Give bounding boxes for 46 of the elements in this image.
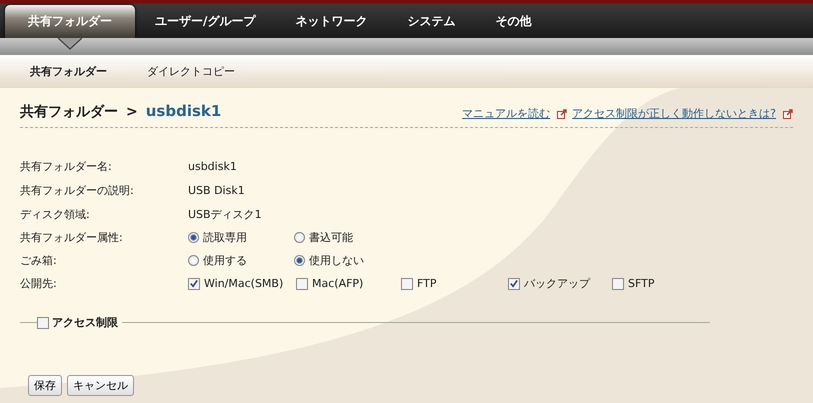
field-label: ごみ箱: — [20, 253, 58, 268]
external-link-icon — [557, 108, 568, 118]
radio-label[interactable]: 使用しない — [309, 253, 364, 268]
sub-tab[interactable]: 共有フォルダー — [18, 64, 119, 79]
checkbox-label[interactable]: FTP — [417, 277, 436, 290]
action-button[interactable]: キャンセル — [67, 375, 134, 396]
breadcrumb-separator: > — [126, 104, 138, 120]
breadcrumb-current: usbdisk1 — [146, 102, 222, 120]
sub-tab[interactable]: ダイレクトコピー — [135, 64, 247, 79]
field-label: 共有フォルダー名: — [20, 158, 113, 174]
help-link[interactable]: アクセス制限が正しく動作しないときは? — [572, 106, 776, 121]
radio-button[interactable] — [188, 232, 199, 243]
main-tab[interactable]: システム — [387, 5, 476, 38]
checkbox-label[interactable]: SFTP — [628, 277, 654, 290]
breadcrumb-parent: 共有フォルダー — [20, 103, 118, 121]
main-tab[interactable]: その他 — [475, 5, 552, 38]
main-tab[interactable]: 共有フォルダー — [5, 5, 135, 38]
radio-label[interactable]: 読取専用 — [203, 230, 247, 245]
field-value: USB Disk1 — [188, 184, 245, 196]
radio-label[interactable]: 使用する — [203, 253, 247, 268]
radio-button[interactable] — [294, 232, 305, 243]
section-title: アクセス制限 — [52, 315, 118, 330]
field-label: ディスク領域: — [20, 206, 91, 222]
external-link-icon — [783, 108, 793, 118]
radio-button[interactable] — [294, 255, 305, 266]
main-tab[interactable]: ユーザー/グループ — [135, 5, 276, 38]
field-value: usbdisk1 — [188, 160, 237, 172]
field-label: 共有フォルダーの説明: — [20, 182, 135, 198]
checkbox-label[interactable]: Win/Mac(SMB) — [204, 277, 284, 290]
field-label: 共有フォルダー属性: — [20, 230, 124, 245]
checkbox[interactable] — [188, 278, 200, 290]
checkbox-label[interactable]: Mac(AFP) — [312, 277, 364, 290]
field-label: 公開先: — [20, 276, 58, 291]
main-tab[interactable]: ネットワーク — [275, 5, 388, 38]
help-link[interactable]: マニュアルを読む — [462, 106, 550, 121]
checkbox[interactable] — [37, 316, 49, 328]
checkbox[interactable] — [508, 278, 520, 290]
radio-label[interactable]: 書込可能 — [309, 230, 353, 245]
checkbox-label[interactable]: バックアップ — [524, 276, 590, 291]
tab-pointer-icon — [58, 38, 82, 51]
field-value: USBディスク1 — [188, 206, 262, 222]
checkbox[interactable] — [296, 278, 308, 290]
checkbox[interactable] — [401, 278, 413, 290]
checkbox[interactable] — [612, 278, 624, 290]
action-button[interactable]: 保存 — [28, 375, 62, 396]
radio-button[interactable] — [188, 255, 199, 266]
